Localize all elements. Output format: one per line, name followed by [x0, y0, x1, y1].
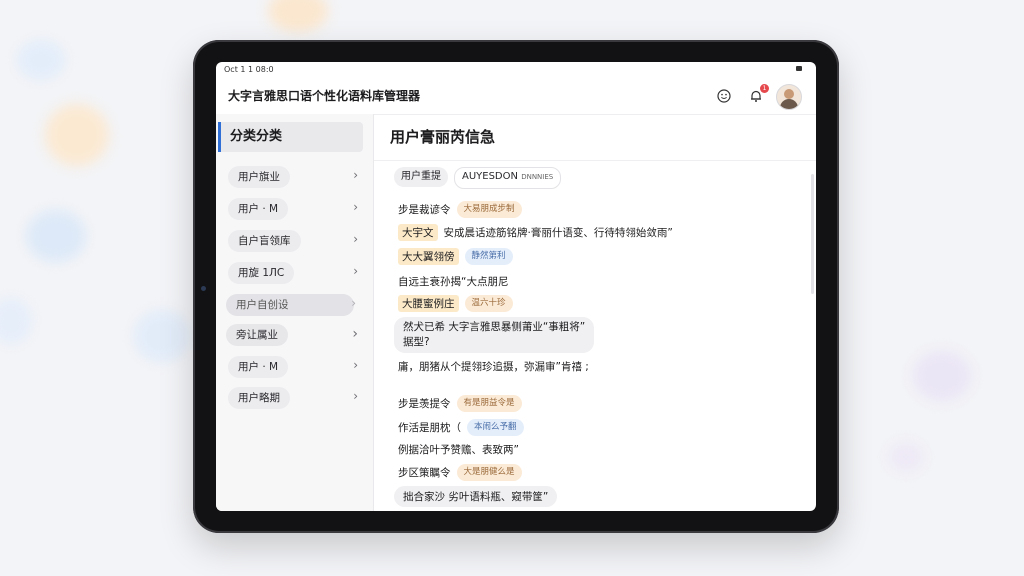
- chevron-right-icon: ›: [353, 168, 358, 182]
- sidebar-item[interactable]: 用户略期 ›: [228, 386, 368, 409]
- entry-tag[interactable]: 有是朋益令是: [456, 395, 522, 412]
- scrollbar[interactable]: [811, 174, 814, 294]
- entry-label-text: 步是羡提令: [398, 398, 451, 410]
- sidebar-item[interactable]: 旁让属业 ›: [226, 323, 366, 346]
- entry-text: 安成晨话迹筋铭牌·膏丽什语变、行待特翎始敛雨”: [443, 227, 673, 239]
- entry-bubble: 拙合家沙 劣叶语料瓶、窥带筐”: [394, 486, 558, 507]
- entry-tag[interactable]: 静然第利: [464, 248, 513, 265]
- battery-icon: [796, 66, 802, 71]
- camera-icon: [201, 286, 206, 291]
- app-header: 大字言雅思口语个性化语料库管理器 1: [216, 78, 816, 115]
- status-time: Oct 1 1 08:0: [224, 65, 274, 74]
- bg-blob-orange: [45, 104, 109, 166]
- chip-version-sub: DNNNIES: [521, 173, 554, 181]
- sidebar-item[interactable]: 用户 · M ›: [228, 355, 368, 378]
- bubble-text-2: 据型?: [403, 336, 430, 348]
- entry-line: 庸，朋猪从个提翎珍追摄，弥漏审”肯禧 ;: [398, 359, 589, 374]
- chip-user-prompt[interactable]: 用户重提: [394, 167, 448, 187]
- entry-tag[interactable]: 大是朋健么是: [456, 464, 522, 481]
- chevron-right-icon: ›: [353, 232, 358, 246]
- chevron-right-icon: ›: [353, 200, 358, 214]
- sidebar-item[interactable]: 用户旗业 ›: [228, 165, 368, 188]
- divider: [374, 160, 816, 161]
- chip-version[interactable]: AUYESDON DNNNIES: [454, 167, 562, 189]
- entry-label: 步区策瞩令 大是朋健么是: [398, 464, 522, 481]
- sidebar-item-label: 用户 · M: [228, 356, 289, 378]
- entry-text: 自远主衰孙揭“大点朋尼: [398, 276, 509, 288]
- category-sidebar: 分类分类 用户旗业 › 用户 · M › 自户盲领库 › 用旋 1ЛС › 用户…: [216, 114, 374, 511]
- chevron-right-icon: ›: [353, 358, 358, 372]
- face-button[interactable]: [714, 86, 734, 106]
- sidebar-item-label: 旁让属业: [226, 324, 288, 346]
- notification-badge: 1: [760, 84, 769, 93]
- entry-text: 庸，朋猪从个提翎珍追摄，弥漏审”肯禧 ;: [398, 361, 589, 373]
- app-title: 大字言雅思口语个性化语料库管理器: [228, 89, 421, 103]
- header-chips: 用户重提 AUYESDON DNNNIES: [394, 167, 562, 189]
- entry-line: 作活是朋枕（ 本闹么予翻: [398, 419, 524, 436]
- sidebar-item[interactable]: 用户 · M ›: [228, 197, 368, 220]
- entry-highlight: 大宇文: [398, 224, 438, 241]
- notifications-button[interactable]: 1: [746, 84, 769, 106]
- screen: Oct 1 1 08:0 大字言雅思口语个性化语料库管理器 1 分类分类 用户旗…: [216, 62, 816, 511]
- bg-blob-blue: [134, 310, 190, 362]
- bg-blob-lilac: [912, 350, 972, 402]
- entry-highlight: 大大翼翎傍: [398, 248, 459, 265]
- chevron-right-icon: ›: [351, 296, 356, 310]
- chat-bubble[interactable]: 然犬已希 大字言雅思暴侧莆业“事粗将” 据型?: [394, 317, 595, 353]
- sidebar-item-label: 用户旗业: [228, 166, 290, 188]
- bg-blob-blue: [17, 40, 65, 80]
- content-panel: 用户膏丽芮信急 用户重提 AUYESDON DNNNIES 步是裁谚令 大易朋成…: [374, 114, 816, 511]
- status-bar: Oct 1 1 08:0: [216, 62, 816, 78]
- chevron-right-icon: ›: [353, 389, 358, 403]
- entry-text: 例据洽叶予赞赡、表致两”: [398, 444, 519, 456]
- entry-text: 作活是朋枕（: [398, 422, 461, 434]
- sidebar-item-label: 用户略期: [228, 387, 290, 409]
- entry-line: 例据洽叶予赞赡、表致两”: [398, 442, 519, 457]
- sidebar-item[interactable]: 用旋 1ЛС ›: [228, 261, 368, 284]
- tablet-device: Oct 1 1 08:0 大字言雅思口语个性化语料库管理器 1 分类分类 用户旗…: [193, 40, 839, 533]
- bg-blob-blue: [26, 210, 86, 262]
- bg-blob-lilac: [888, 442, 924, 472]
- entry-highlight: 大腰蜜例庄: [398, 295, 459, 312]
- chevron-right-icon: ›: [353, 264, 358, 278]
- sidebar-header: 分类分类: [218, 122, 363, 152]
- sidebar-item-active[interactable]: 用户自创设 ›: [226, 293, 366, 316]
- page-title: 用户膏丽芮信急: [390, 128, 496, 146]
- entry-tag[interactable]: 温六十珍: [464, 295, 513, 312]
- chevron-right-icon: ›: [352, 326, 358, 342]
- sidebar-item-label: 用旋 1ЛС: [228, 262, 295, 284]
- bubble-text: 然犬已希 大字言雅思暴侧莆业“事粗将”: [403, 321, 586, 333]
- sidebar-item-label: 自户盲领库: [228, 230, 301, 252]
- entry-label: 步是裁谚令 大易朋成步制: [398, 201, 522, 218]
- entry-tag[interactable]: 大易朋成步制: [456, 201, 522, 218]
- chip-version-main: AUYESDON: [462, 171, 518, 182]
- entry-label-text: 步是裁谚令: [398, 204, 451, 216]
- sidebar-item-label: 用户自创设: [226, 294, 354, 316]
- smiley-icon: [717, 89, 731, 103]
- entry-label: 步是羡提令 有是朋益令是: [398, 395, 522, 412]
- bg-blob-blue: [0, 298, 32, 344]
- bg-blob-peach: [268, 0, 328, 32]
- avatar-head: [784, 89, 794, 99]
- avatar[interactable]: [776, 84, 802, 110]
- entry-line: 自远主衰孙揭“大点朋尼: [398, 274, 508, 289]
- sidebar-item-label: 用户 · M: [228, 198, 289, 220]
- entry-tag[interactable]: 本闹么予翻: [467, 419, 524, 436]
- avatar-body: [780, 99, 798, 109]
- entry-line: 大大翼翎傍 静然第利: [398, 248, 513, 265]
- entry-bubble: 然犬已希 大字言雅思暴侧莆业“事粗将” 据型?: [394, 317, 595, 353]
- entry-line: 大腰蜜例庄 温六十珍: [398, 295, 513, 312]
- sidebar-item[interactable]: 自户盲领库 ›: [228, 229, 368, 252]
- entry-line: 大宇文 安成晨话迹筋铭牌·膏丽什语变、行待特翎始敛雨”: [398, 224, 673, 241]
- entry-label-text: 步区策瞩令: [398, 467, 451, 479]
- chat-bubble[interactable]: 拙合家沙 劣叶语料瓶、窥带筐”: [394, 486, 558, 507]
